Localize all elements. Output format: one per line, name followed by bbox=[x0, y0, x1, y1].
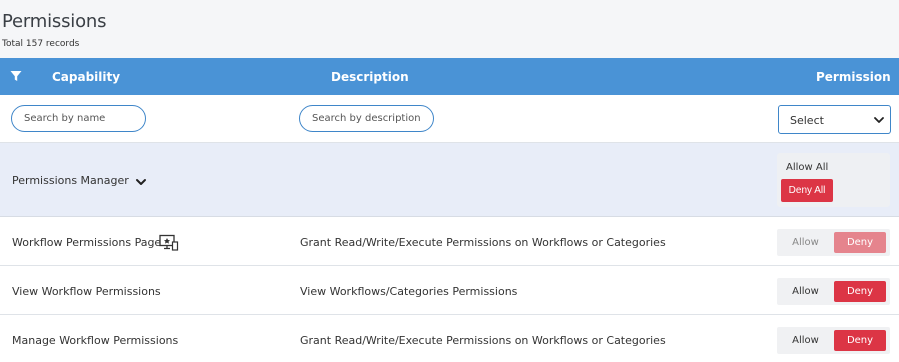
allow-deny-toggle: Allow Deny bbox=[777, 229, 890, 256]
permission-filter-select[interactable]: Select bbox=[778, 105, 891, 134]
column-header-description[interactable]: Description bbox=[331, 70, 409, 84]
deny-all-button[interactable]: Deny All bbox=[781, 179, 833, 202]
deny-button[interactable]: Deny bbox=[834, 281, 886, 302]
chevron-down-icon bbox=[874, 117, 884, 123]
allow-button[interactable]: Allow bbox=[777, 327, 834, 354]
capability-name: Workflow Permissions Page bbox=[12, 236, 162, 249]
table-row: Manage Workflow Permissions Grant Read/W… bbox=[0, 315, 899, 362]
chevron-down-icon[interactable] bbox=[135, 177, 147, 187]
allow-deny-toggle: Allow Deny bbox=[777, 327, 890, 354]
filter-icon[interactable] bbox=[10, 70, 22, 82]
column-header-permission[interactable]: Permission bbox=[816, 70, 891, 84]
search-by-name-input[interactable] bbox=[11, 105, 146, 132]
search-by-description-input[interactable] bbox=[299, 105, 434, 132]
capability-name: Manage Workflow Permissions bbox=[12, 334, 179, 347]
capability-description: Grant Read/Write/Execute Permissions on … bbox=[300, 236, 666, 249]
deny-button[interactable]: Deny bbox=[834, 330, 886, 351]
capability-description: Grant Read/Write/Execute Permissions on … bbox=[300, 334, 666, 347]
table-row: Workflow Permissions Page Grant Read/Wri… bbox=[0, 217, 899, 266]
deny-button[interactable]: Deny bbox=[834, 232, 886, 253]
allow-button[interactable]: Allow bbox=[777, 278, 834, 305]
allow-button[interactable]: Allow bbox=[777, 229, 834, 256]
table-header: Capability Description Permission bbox=[0, 58, 899, 95]
record-count: Total 157 records bbox=[2, 39, 80, 49]
table-row: View Workflow Permissions View Workflows… bbox=[0, 266, 899, 315]
capability-name: View Workflow Permissions bbox=[12, 285, 161, 298]
group-name: Permissions Manager bbox=[12, 174, 129, 187]
permission-select-value: Select bbox=[790, 114, 824, 127]
capability-description: View Workflows/Categories Permissions bbox=[300, 285, 518, 298]
group-row-permissions-manager[interactable]: Permissions Manager Allow All Deny All bbox=[0, 143, 899, 217]
column-header-capability[interactable]: Capability bbox=[52, 70, 120, 84]
allow-deny-toggle: Allow Deny bbox=[777, 278, 890, 305]
filter-row: Select bbox=[0, 95, 899, 143]
page-header: Permissions Total 157 records bbox=[0, 0, 899, 58]
group-allow-deny-panel: Allow All Deny All bbox=[777, 153, 890, 207]
page-title: Permissions bbox=[2, 11, 107, 32]
allow-all-button[interactable]: Allow All bbox=[786, 162, 828, 173]
screen-settings-icon bbox=[159, 234, 179, 251]
